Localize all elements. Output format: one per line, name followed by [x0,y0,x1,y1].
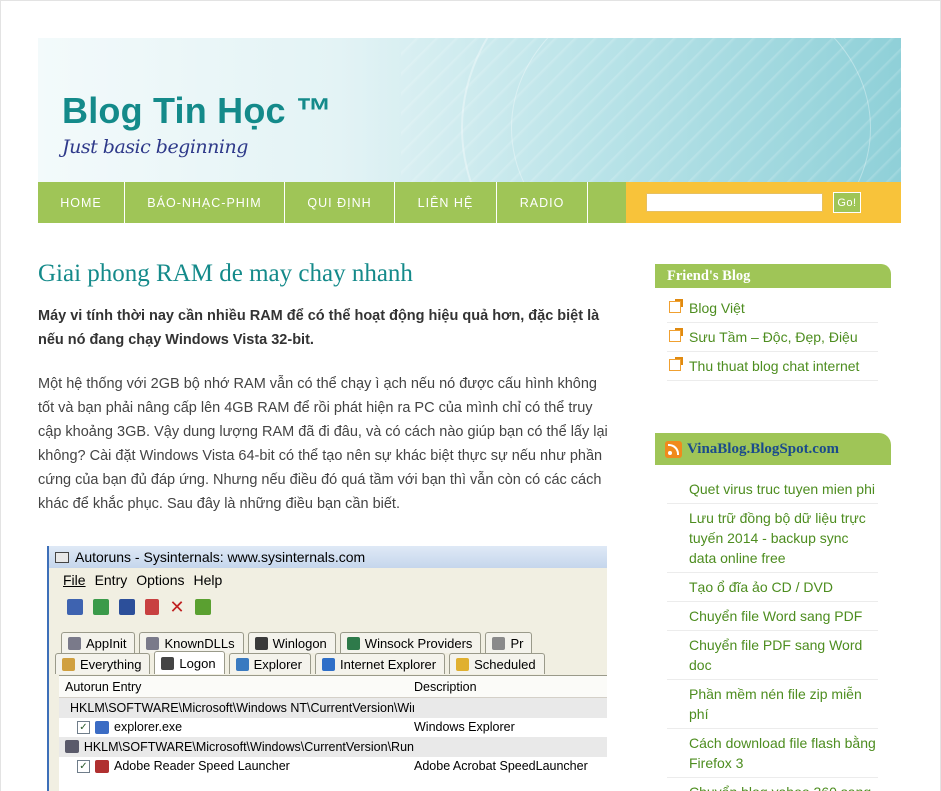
properties-icon [145,599,159,615]
appinit-icon [68,636,81,650]
refresh-icon [93,599,109,615]
post: Giai phong RAM de may chay nhanh Máy vi … [38,240,610,516]
registry-key-icon [65,740,79,754]
autoruns-menubar: File Entry Options Help [49,568,607,592]
tab-internet-explorer: Internet Explorer [315,653,446,674]
list-item[interactable]: Chuyển file PDF sang Word doc [667,631,878,680]
knowndlls-icon [146,636,160,650]
autoruns-tabs-row-1: AppInit KnownDLLs Winlogon Winsock Provi… [61,632,533,653]
tab-print: Pr [485,632,533,653]
menu-entry: Entry [94,572,128,588]
table-row: ✓ Adobe Reader Speed Launcher Adobe Acrob… [59,757,607,777]
tab-everything: Everything [55,653,151,674]
external-link-icon [669,299,683,313]
post-body: Một hệ thống với 2GB bộ nhớ RAM vẫn có t… [38,376,608,512]
explorer-icon [235,657,249,671]
column-description: Description [414,679,477,694]
friends-blog-list: Blog Việt Sưu Tầm – Độc, Đẹp, Điệu Thu t… [655,294,891,381]
checkbox-checked-icon: ✓ [77,759,90,773]
nav-item-radio[interactable]: RADIO [497,182,588,223]
logon-icon [161,656,175,670]
scheduled-icon [456,657,470,671]
post-lead: Máy vi tính thời nay cần nhiều RAM để có… [38,308,600,348]
autoruns-list-header: Autorun Entry Description [59,676,607,698]
vinablog-feed-title[interactable]: VinaBlog.BlogSpot.com [687,441,839,458]
external-link-icon [669,328,683,342]
list-item[interactable]: Lưu trữ đồng bộ dữ liệu trực tuyến 2014 … [667,504,878,573]
autoruns-titlebar: Autoruns - Sysinternals: www.sysinternal… [49,546,607,568]
tab-winlogon: Winlogon [247,632,336,653]
list-item[interactable]: Tạo ổ đĩa ảo CD / DVD [667,573,878,602]
site-header: Blog Tin Học ™ Just basic beginning [38,38,901,182]
list-item[interactable]: Cách download file flash bằng Firefox 3 [667,729,878,778]
list-item[interactable]: Blog Việt [667,294,878,323]
adobe-icon [95,759,109,773]
menu-options: Options [136,572,185,588]
menu-file: File [63,572,86,588]
jump-icon [195,599,211,615]
autoruns-window-title: Autoruns - Sysinternals: www.sysinternal… [75,549,366,565]
friends-blog-widget: Friend's Blog Blog Việt Sưu Tầm – Độc, Đ… [655,264,891,381]
friends-blog-title: Friend's Blog [655,264,891,288]
tab-knowndlls: KnownDLLs [139,632,244,653]
printer-icon [492,636,506,650]
vinablog-feed-header: VinaBlog.BlogSpot.com [655,433,891,465]
everything-icon [62,657,75,671]
autoruns-tabs-row-2: Everything Logon Explorer Internet Explo… [55,651,545,674]
window-app-icon [55,551,69,563]
winsock-icon [346,636,360,650]
checkbox-checked-icon: ✓ [77,720,90,734]
nav-item-qui-dinh[interactable]: QUI ĐỊNH [285,182,395,223]
explorer-exe-icon [95,720,109,734]
header-swirl-2 [511,38,871,182]
tab-explorer: Explorer [228,653,311,674]
vinablog-feed-widget: VinaBlog.BlogSpot.com Quet virus truc tu… [655,433,891,791]
site-tagline: Just basic beginning [62,136,248,158]
vinablog-feed-list: Quet virus truc tuyen mien phi Lưu trữ đ… [655,475,891,791]
search-input[interactable] [646,193,823,212]
list-item[interactable]: Phần mềm nén file zip miễn phí [667,680,878,729]
table-row: HKLM\SOFTWARE\Microsoft\Windows\CurrentV… [59,737,607,757]
tab-logon: Logon [154,651,225,674]
autoruns-list: Autorun Entry Description HKLM\SOFTWARE\… [59,675,607,791]
search-bar: Go! [626,182,901,223]
search-button[interactable]: Go! [833,192,861,213]
find-icon [119,599,135,615]
list-item[interactable]: Thu thuat blog chat internet [667,352,878,381]
winlogon-icon [254,636,268,650]
column-autorun-entry: Autorun Entry [65,679,142,694]
table-row: ✓ explorer.exe Windows Explorer [59,718,607,738]
autoruns-toolbar: ✕ [49,592,607,622]
table-row: HKLM\SOFTWARE\Microsoft\Windows NT\Curre… [59,698,607,718]
list-item[interactable]: Chuyển file Word sang PDF [667,602,878,631]
nav-item-home[interactable]: HOME [38,182,125,223]
rss-icon [665,440,682,458]
site-title[interactable]: Blog Tin Học ™ [62,90,332,132]
tab-scheduled: Scheduled [449,653,545,674]
list-item[interactable]: Sưu Tầm – Độc, Đẹp, Điệu [667,323,878,352]
post-image-autoruns: Autoruns - Sysinternals: www.sysinternal… [47,546,607,791]
ie-icon [322,657,335,671]
list-item[interactable]: Chuyển blog yahoo 360 sang [667,778,878,791]
list-item[interactable]: Quet virus truc tuyen mien phi [667,475,878,504]
main-nav: HOME BÁO-NHẠC-PHIM QUI ĐỊNH LIÊN HỆ RADI… [38,182,626,223]
post-title[interactable]: Giai phong RAM de may chay nhanh [38,260,610,288]
nav-item-lien-he[interactable]: LIÊN HỆ [395,182,497,223]
save-icon [67,599,83,615]
tab-appinit: AppInit [61,632,136,653]
menu-help: Help [193,572,223,588]
tab-winsock-providers: Winsock Providers [339,632,482,653]
delete-icon: ✕ [169,597,185,617]
nav-item-bao-nhac-phim[interactable]: BÁO-NHẠC-PHIM [125,182,285,223]
external-link-icon [669,357,683,371]
